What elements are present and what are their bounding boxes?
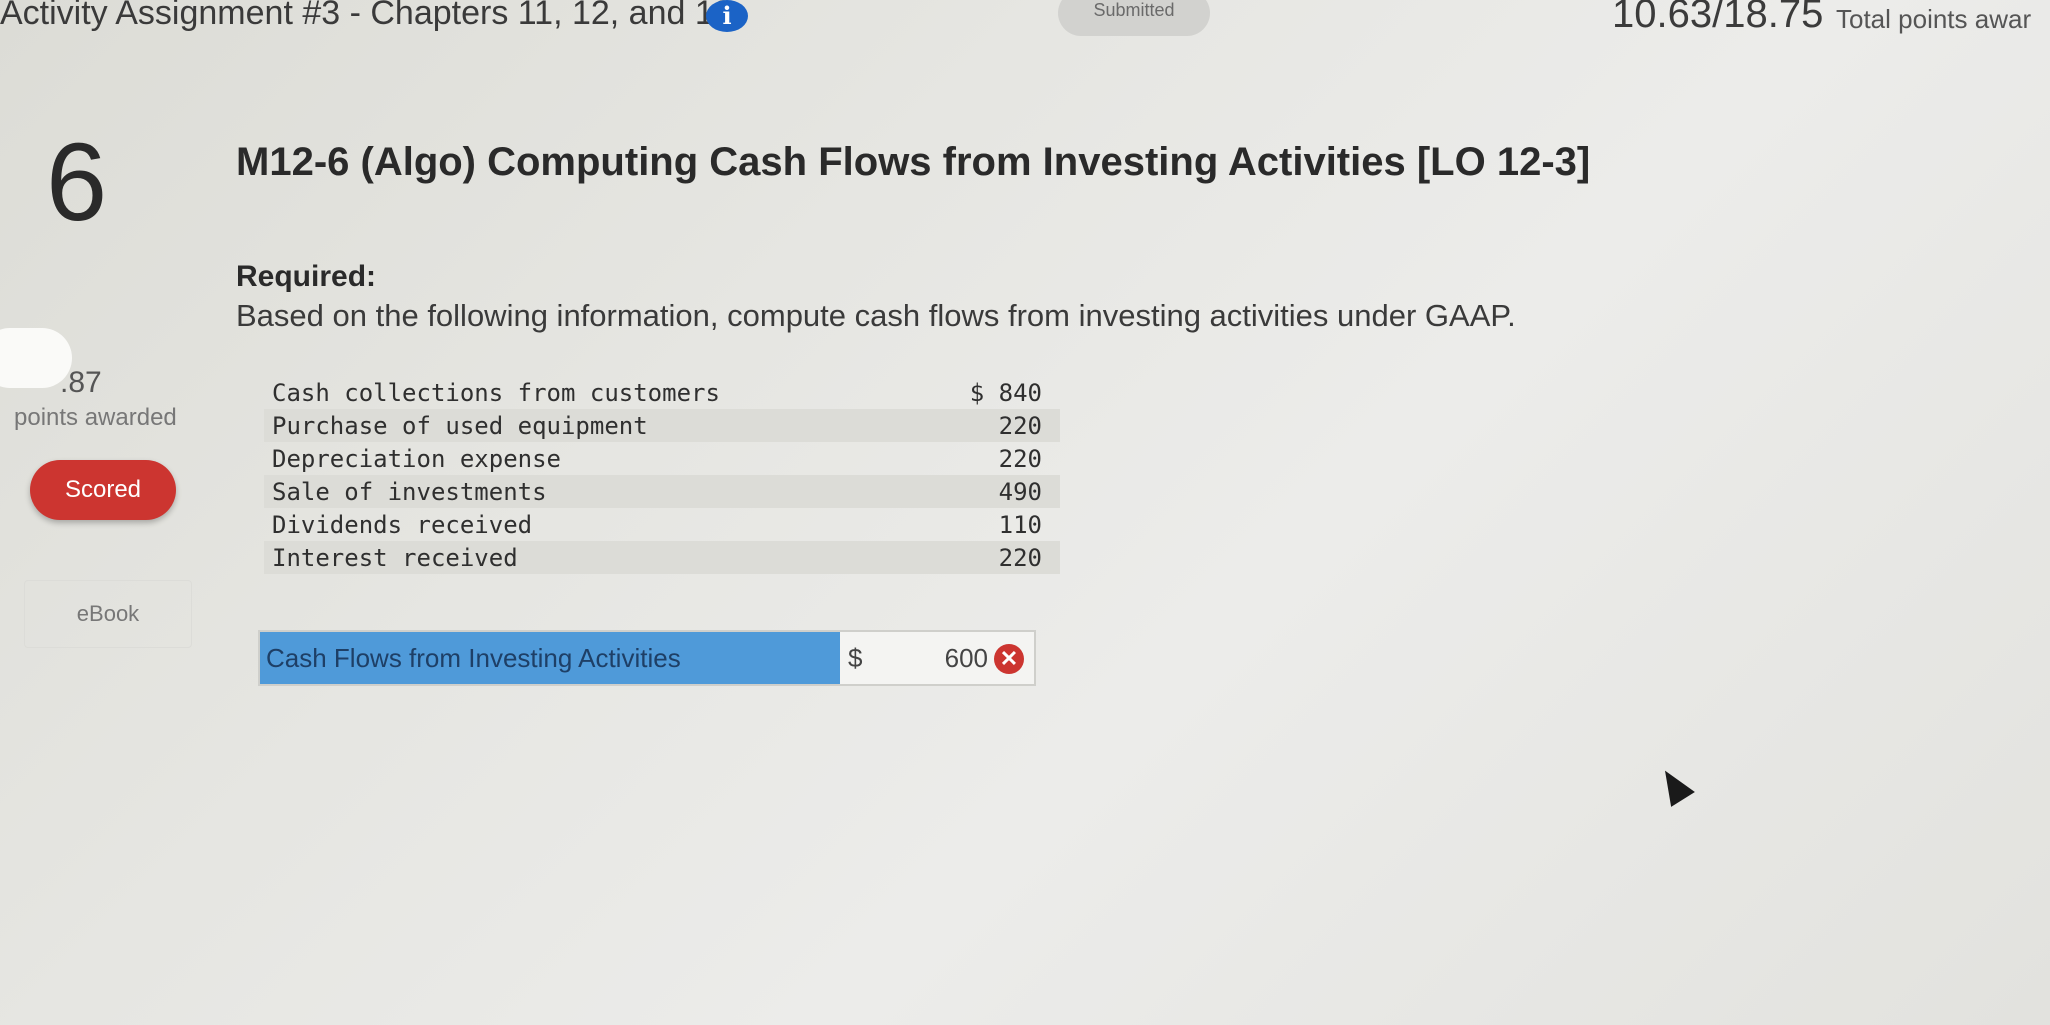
- row-label: Cash collections from customers: [272, 378, 720, 407]
- top-bar: Activity Assignment #3 - Chapters 11, 12…: [0, 0, 2050, 40]
- row-label: Interest received: [264, 541, 894, 574]
- answer-row: Cash Flows from Investing Activities $ ✕: [258, 630, 1036, 686]
- info-icon[interactable]: i: [706, 0, 748, 32]
- answer-input[interactable]: [872, 638, 988, 678]
- answer-label: Cash Flows from Investing Activities: [260, 632, 840, 684]
- question-score: .87: [60, 366, 102, 399]
- table-row: Interest received 220: [264, 541, 1060, 574]
- required-text: Based on the following information, comp…: [236, 298, 1516, 333]
- submitted-status-badge: Submitted: [1058, 0, 1210, 36]
- row-amount: 220: [894, 409, 1060, 442]
- points-awarded-label: points awarded: [14, 404, 177, 431]
- incorrect-x-icon: ✕: [994, 644, 1024, 674]
- mouse-cursor-icon: [1653, 763, 1695, 807]
- given-data-table: Cash collections from customers $ 840 Pu…: [264, 376, 1060, 574]
- assignment-title: Activity Assignment #3 - Chapters 11, 12…: [0, 0, 733, 32]
- table-row: Cash collections from customers $ 840: [264, 376, 1060, 409]
- currency-symbol: $: [848, 643, 863, 673]
- row-amount: $ 840: [969, 378, 1042, 407]
- row-amount: 490: [894, 475, 1060, 508]
- row-label: Depreciation expense: [272, 444, 561, 473]
- row-label: Purchase of used equipment: [264, 409, 894, 442]
- table-row: Depreciation expense 220: [264, 442, 1060, 475]
- row-label: Sale of investments: [264, 475, 894, 508]
- table-row: Dividends received 110: [264, 508, 1060, 541]
- question-heading: M12-6 (Algo) Computing Cash Flows from I…: [236, 140, 1591, 184]
- ebook-button[interactable]: eBook: [24, 580, 192, 648]
- row-amount: 220: [998, 444, 1042, 473]
- required-label: Required:: [236, 260, 377, 293]
- table-row: Purchase of used equipment 220: [264, 409, 1060, 442]
- row-amount: 110: [998, 510, 1042, 539]
- scored-status-badge: Scored: [30, 460, 176, 520]
- total-points-value: 10.63/18.75: [1612, 0, 1824, 36]
- table-row: Sale of investments 490: [264, 475, 1060, 508]
- row-label: Dividends received: [272, 510, 533, 539]
- row-amount: 220: [894, 541, 1060, 574]
- question-number: 6: [46, 121, 108, 244]
- total-points-label: Total points awar: [1836, 4, 2032, 34]
